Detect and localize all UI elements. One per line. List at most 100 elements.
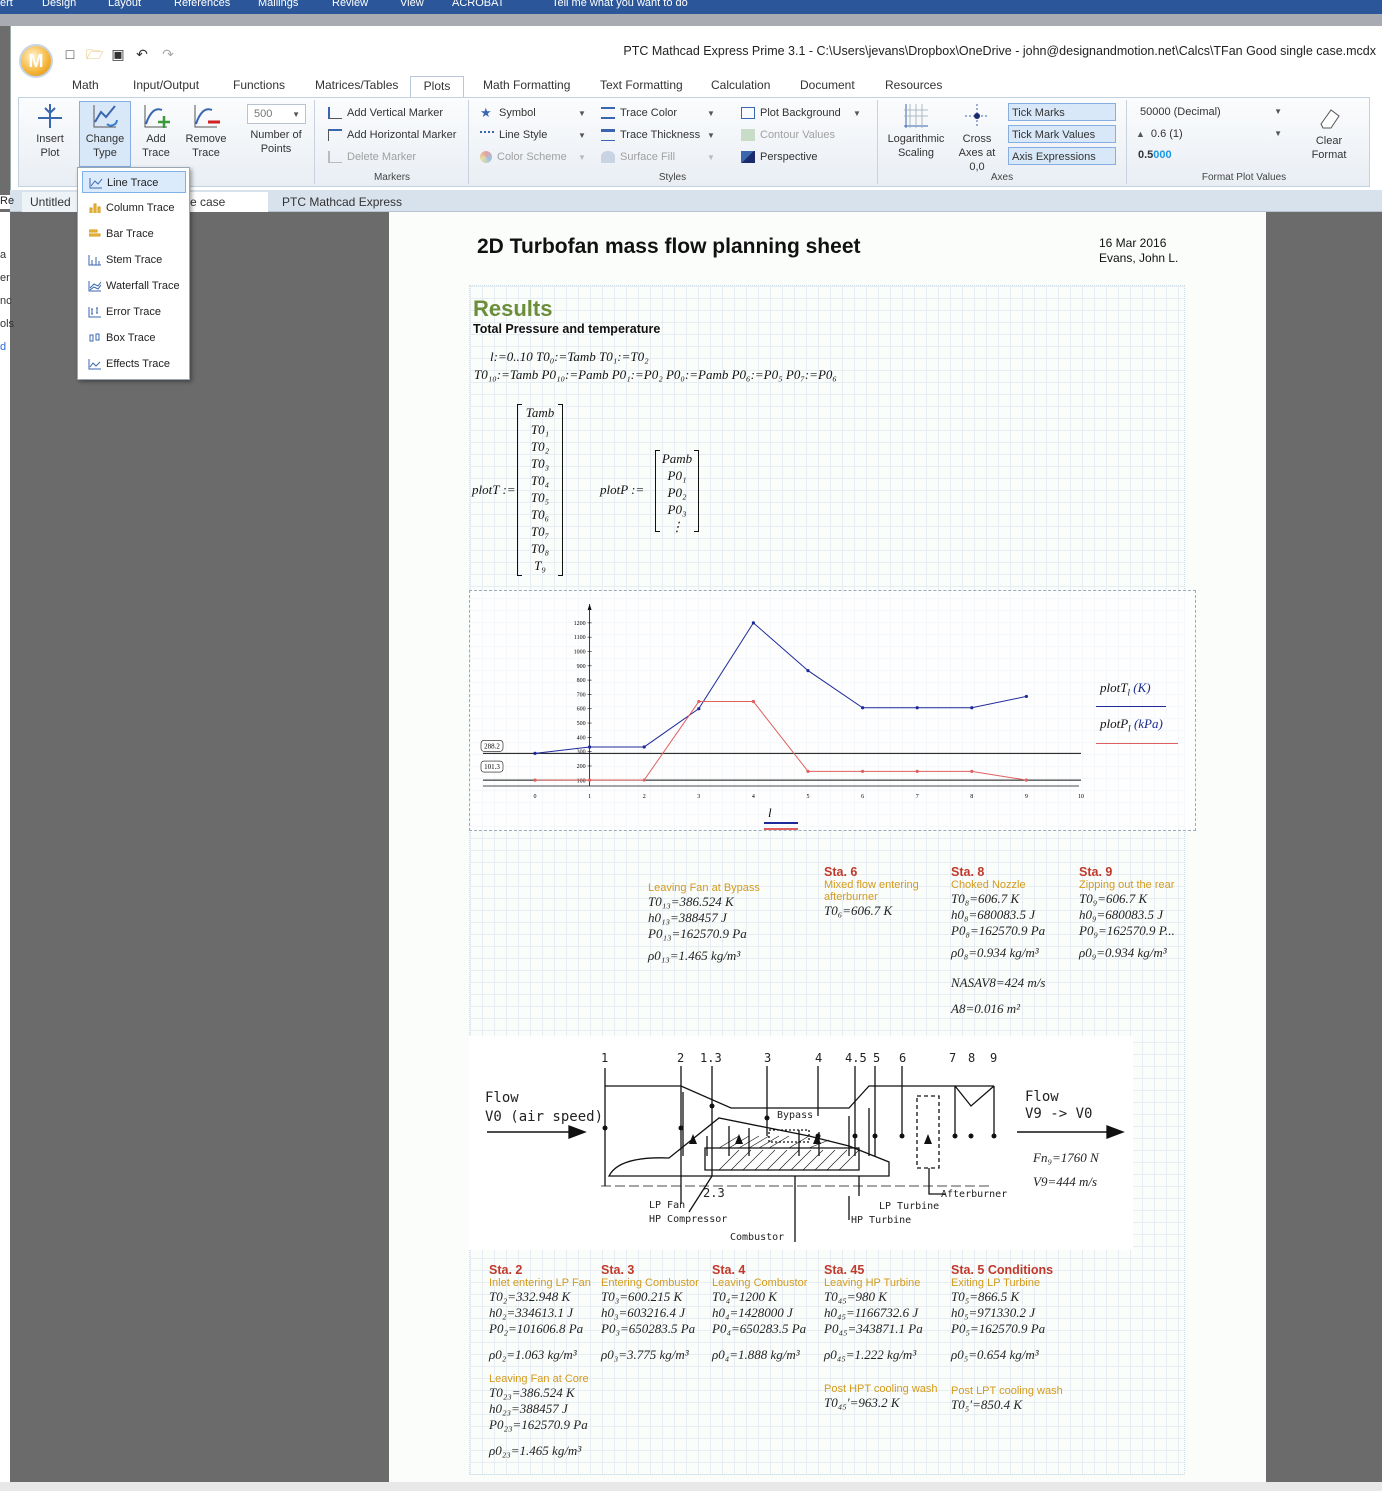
mathcad-logo-button[interactable]: M bbox=[19, 44, 53, 78]
outer-menu-item[interactable]: Tell me what you want to do bbox=[552, 0, 688, 9]
exit-velocity-value: V9=444 m/s bbox=[1033, 1174, 1098, 1189]
tab-plots[interactable]: Plots bbox=[410, 76, 464, 98]
color-scheme-label: Color Scheme bbox=[497, 151, 567, 163]
color-scheme-dropdown[interactable]: Color Scheme bbox=[480, 148, 567, 166]
line-style-dropdown[interactable]: Line Style bbox=[480, 126, 547, 144]
outer-menu-item[interactable]: View bbox=[400, 0, 424, 9]
doc-tab-ptc[interactable]: PTC Mathcad Express bbox=[274, 192, 410, 212]
plotP-vector[interactable]: Pamb P0₁ P0₂ P0₃ ⋮ bbox=[655, 450, 699, 534]
redo-icon[interactable]: ↷ bbox=[160, 46, 176, 62]
station-subtitle: Mixed flow entering afterburner bbox=[824, 879, 919, 903]
axis-expressions-toggle[interactable]: Axis Expressions bbox=[1008, 147, 1116, 165]
menu-item-box-trace[interactable]: Box Trace bbox=[82, 327, 186, 349]
perspective-button[interactable]: Perspective bbox=[741, 148, 817, 166]
doc-tab-untitled[interactable]: Untitled bbox=[22, 192, 78, 212]
tab-text-formatting[interactable]: Text Formatting bbox=[592, 76, 691, 98]
station-value: T0₉=606.7 K bbox=[1079, 891, 1148, 906]
plotT-vector[interactable]: Tamb T0₁ T0₂ T0₃ T0₄ T0₅ T0₆ T0₇ T0₈ T₉ bbox=[517, 404, 563, 576]
trace-thickness-dropdown[interactable]: Trace Thickness bbox=[601, 126, 700, 144]
outer-menu-item[interactable]: Layout bbox=[108, 0, 141, 9]
add-vertical-marker-label: Add Vertical Marker bbox=[347, 107, 443, 119]
format-decimal-dropdown[interactable]: 50000 (Decimal) ▼ bbox=[1140, 103, 1288, 121]
open-folder-icon[interactable]: 🗁 bbox=[86, 46, 103, 62]
surface-fill-dropdown[interactable]: Surface Fill bbox=[601, 148, 675, 166]
x-axis-label[interactable]: l bbox=[768, 805, 772, 821]
symbol-dropdown[interactable]: ★ Symbol bbox=[480, 104, 536, 122]
station-13-block[interactable]: Leaving Fan at Bypass T0₁₃=386.524 K h0₁… bbox=[648, 882, 760, 964]
station-4-block[interactable]: Sta. 4 Leaving Combustor T0₄=1200 K h0₄=… bbox=[712, 1263, 807, 1363]
add-horizontal-marker-button[interactable]: Add Horizontal Marker bbox=[328, 126, 456, 144]
station-value: T0₈=606.7 K bbox=[951, 891, 1020, 906]
station-6-block[interactable]: Sta. 6 Mixed flow entering afterburner T… bbox=[824, 865, 934, 919]
undo-icon[interactable]: ↶ bbox=[134, 46, 150, 62]
tick-marks-toggle[interactable]: Tick Marks bbox=[1008, 103, 1116, 121]
tab-math[interactable]: Math bbox=[64, 76, 107, 98]
outer-menu-item[interactable]: Review bbox=[332, 0, 368, 9]
format-precision-dropdown[interactable]: ▲ 0.6 (1) ▼ bbox=[1136, 125, 1288, 143]
color-scheme-icon bbox=[480, 151, 492, 164]
number-of-points-input[interactable]: 500 ▼ bbox=[247, 104, 306, 124]
station-8-block[interactable]: Sta. 8 Choked Nozzle T0₈=606.7 K h0₈=680… bbox=[951, 865, 1045, 1017]
menu-item-stem-trace[interactable]: Stem Trace bbox=[82, 249, 186, 271]
logarithmic-scaling-button[interactable]: Logarithmic Scaling bbox=[885, 102, 947, 160]
tab-document[interactable]: Document bbox=[792, 76, 863, 98]
doc-tab-tfan[interactable]: e case bbox=[182, 192, 268, 212]
tab-functions[interactable]: Functions bbox=[225, 76, 293, 98]
tick-mark-values-toggle[interactable]: Tick Mark Values bbox=[1008, 125, 1116, 143]
menu-item-error-trace[interactable]: Error Trace bbox=[82, 301, 186, 323]
station-2-block[interactable]: Sta. 2 Inlet entering LP Fan T0₂=332.948… bbox=[489, 1263, 591, 1459]
station-value: T0₃=600.215 K bbox=[601, 1289, 683, 1304]
station-5-block[interactable]: Sta. 5 Conditions Exiting LP Turbine T0₅… bbox=[951, 1263, 1063, 1413]
outer-menu-item[interactable]: Design bbox=[42, 0, 76, 9]
tab-resources[interactable]: Resources bbox=[877, 76, 950, 98]
line-chart[interactable]: 288.2101.3100200300400500600700800900100… bbox=[469, 590, 1196, 831]
add-trace-button[interactable]: Add Trace bbox=[138, 102, 174, 160]
plot-background-dropdown[interactable]: Plot Background bbox=[741, 104, 841, 122]
station-value: h0₈=680083.5 J bbox=[951, 907, 1036, 922]
contour-values-button[interactable]: Contour Values bbox=[741, 126, 835, 144]
station-value: h0₂₃=388457 J bbox=[489, 1401, 568, 1416]
remove-trace-button[interactable]: Remove Trace bbox=[184, 102, 228, 160]
plotP-definition-label: plotP := bbox=[600, 482, 645, 497]
add-vertical-marker-button[interactable]: Add Vertical Marker bbox=[328, 104, 443, 122]
station-45-block[interactable]: Sta. 45 Leaving HP Turbine T0₄₅=980 K h0… bbox=[824, 1263, 938, 1411]
legend-subscript: l bbox=[1127, 687, 1130, 698]
save-icon[interactable]: ▣ bbox=[110, 46, 126, 62]
menu-item-effects-trace[interactable]: Effects Trace bbox=[82, 353, 186, 375]
engine-diagram[interactable]: 1 2 1.3 3 4 4.5 5 6 7 8 9 Flow V0 (air sp… bbox=[469, 1036, 1133, 1250]
legend-plotP-line bbox=[1096, 743, 1178, 744]
tab-calculation[interactable]: Calculation bbox=[703, 76, 778, 98]
format-value-2: 0.6 (1) bbox=[1150, 128, 1183, 140]
clear-format-button[interactable]: Clear Format bbox=[1306, 104, 1352, 162]
menu-item-waterfall-trace[interactable]: Waterfall Trace bbox=[82, 275, 186, 297]
trace-color-dropdown[interactable]: Trace Color bbox=[601, 104, 677, 122]
outer-menu-item[interactable]: ert bbox=[0, 0, 13, 9]
insert-plot-button[interactable]: Insert Plot bbox=[26, 102, 74, 160]
definitions-line-2[interactable]: T0₁₀:=Tamb P0₁₀:=Pamb P0₁:=P0₂ P0₀:=Pamb… bbox=[474, 367, 837, 383]
cross-axes-button[interactable]: Cross Axes at 0,0 bbox=[950, 102, 1004, 174]
definitions-line-1[interactable]: l:=0..10 T0₀:=Tamb T0₁:=T0₂ bbox=[490, 349, 649, 365]
status-bar bbox=[0, 1482, 1382, 1491]
outer-menu-item[interactable]: Mailings bbox=[258, 0, 298, 9]
menu-item-bar-trace[interactable]: Bar Trace bbox=[82, 223, 186, 245]
delete-marker-button[interactable]: Delete Marker bbox=[328, 148, 416, 166]
legend-plotT[interactable]: plotTl (K) bbox=[1100, 680, 1151, 698]
station-title: Sta. 8 bbox=[951, 865, 985, 879]
menu-item-line-trace[interactable]: Line Trace bbox=[82, 171, 186, 193]
outer-menu-item[interactable]: ACROBAT bbox=[452, 0, 504, 9]
station-9-block[interactable]: Sta. 9 Zipping out the rear T0₉=606.7 K … bbox=[1079, 865, 1175, 961]
station-3-block[interactable]: Sta. 3 Entering Combustor T0₃=600.215 K … bbox=[601, 1263, 699, 1363]
new-document-icon[interactable]: □ bbox=[62, 46, 78, 62]
marker-value-label: 288.2 bbox=[484, 742, 500, 750]
outer-menu-item[interactable]: References bbox=[174, 0, 230, 9]
trace-thickness-label: Trace Thickness bbox=[620, 129, 701, 141]
tab-matrices-tables[interactable]: Matrices/Tables bbox=[307, 76, 406, 98]
station-value: h0₄=1428000 J bbox=[712, 1305, 793, 1320]
menu-item-column-trace[interactable]: Column Trace bbox=[82, 197, 186, 219]
tab-input-output[interactable]: Input/Output bbox=[125, 76, 207, 98]
change-type-button[interactable]: Change Type bbox=[79, 101, 131, 167]
axes-group-label: Axes bbox=[990, 172, 1014, 183]
legend-plotP[interactable]: plotPl (kPa) bbox=[1100, 716, 1163, 734]
tab-math-formatting[interactable]: Math Formatting bbox=[475, 76, 578, 98]
station-value: ρ0₄₅=1.222 kg/m³ bbox=[824, 1347, 917, 1362]
